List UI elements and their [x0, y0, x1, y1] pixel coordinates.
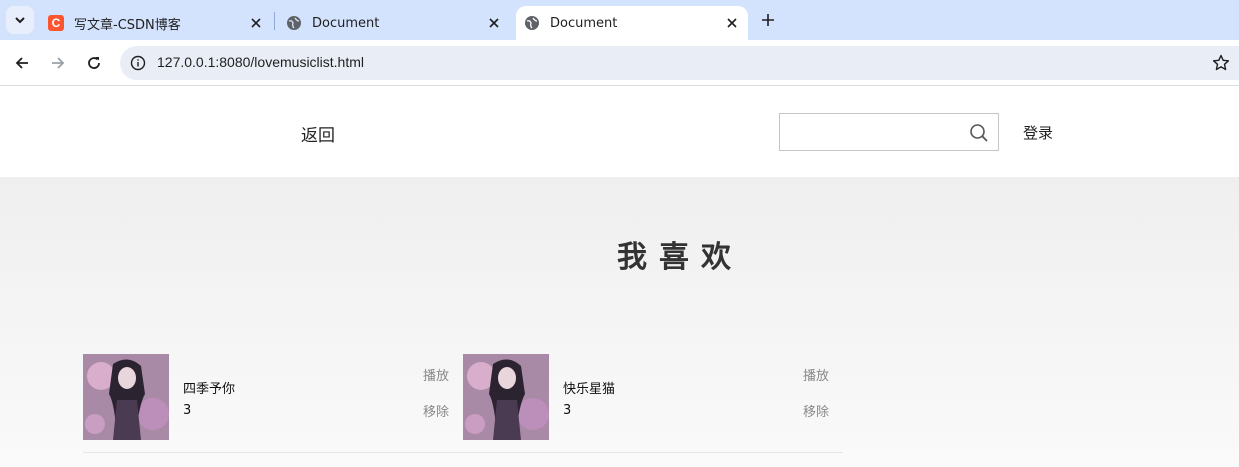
star-icon[interactable]	[1212, 54, 1230, 72]
search-input[interactable]	[780, 114, 960, 150]
page-title: 我喜欢	[617, 240, 743, 275]
song-singer: 3	[563, 403, 572, 418]
tab-search-button[interactable]	[6, 6, 34, 34]
song-item: 快乐星猫 3 播放 移除	[463, 354, 843, 440]
login-link[interactable]: 登录	[1023, 122, 1053, 143]
back-button[interactable]	[8, 49, 36, 77]
plus-icon	[762, 14, 774, 26]
reload-icon	[88, 57, 100, 69]
chevron-down-icon	[15, 17, 25, 24]
search-icon[interactable]	[969, 123, 989, 143]
globe-icon	[524, 15, 540, 31]
search-box	[779, 113, 999, 151]
album-cover	[83, 354, 169, 440]
arrow-right-icon	[52, 57, 65, 69]
address-bar[interactable]: 127.0.0.1:8080/lovemusiclist.html	[120, 46, 1239, 80]
song-title: 快乐星猫	[563, 382, 616, 397]
tab-title: Document	[312, 15, 380, 31]
info-icon[interactable]	[130, 55, 146, 71]
back-link[interactable]: 返回	[301, 121, 335, 146]
song-singer: 3	[183, 403, 192, 418]
close-icon[interactable]	[724, 15, 740, 31]
main-content: 我喜欢 四季予你 3 播放 移除 快乐星猫 3 播放 移除	[0, 177, 1239, 467]
song-item: 四季予你 3 播放 移除	[83, 354, 463, 440]
url-text[interactable]: 127.0.0.1:8080/lovemusiclist.html	[157, 54, 364, 70]
album-cover	[463, 354, 549, 440]
csdn-favicon-icon: C	[48, 15, 64, 31]
tab-divider	[274, 12, 275, 30]
page-header: 返回 登录	[0, 87, 1239, 177]
remove-button[interactable]: 移除	[803, 401, 829, 420]
tab-csdn[interactable]: C 写文章-CSDN博客	[40, 6, 272, 40]
list-divider	[83, 452, 843, 453]
remove-button[interactable]: 移除	[423, 401, 449, 420]
close-icon[interactable]	[248, 15, 264, 31]
globe-icon	[286, 15, 302, 31]
song-title: 四季予你	[183, 382, 236, 397]
new-tab-button[interactable]	[756, 8, 780, 32]
tab-title: Document	[550, 15, 618, 31]
play-button[interactable]: 播放	[423, 365, 449, 384]
tab-strip: C 写文章-CSDN博客 Document Document	[0, 0, 1239, 40]
close-icon[interactable]	[486, 15, 502, 31]
arrow-left-icon	[15, 57, 28, 69]
forward-button[interactable]	[44, 49, 72, 77]
browser-toolbar: 127.0.0.1:8080/lovemusiclist.html	[0, 40, 1239, 86]
tab-document-1[interactable]: Document	[278, 6, 512, 40]
tab-title: 写文章-CSDN博客	[74, 17, 181, 33]
play-button[interactable]: 播放	[803, 365, 829, 384]
tab-document-active[interactable]: Document	[516, 6, 748, 40]
reload-button[interactable]	[80, 49, 108, 77]
